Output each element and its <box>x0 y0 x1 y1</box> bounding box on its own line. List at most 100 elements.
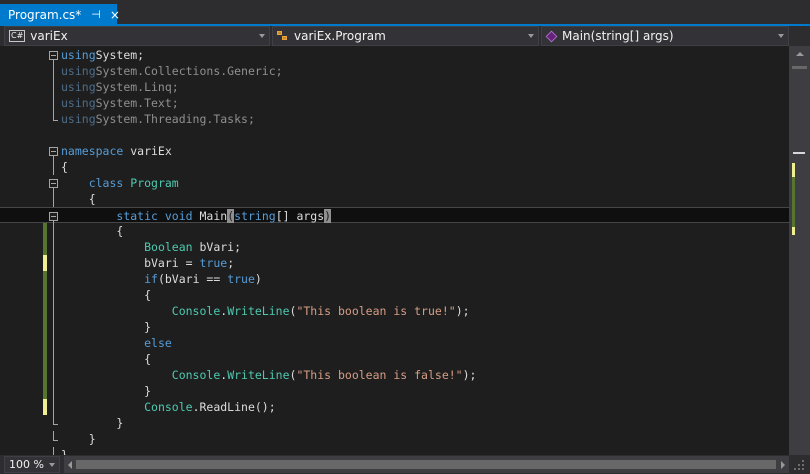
code-token: } <box>61 448 68 455</box>
code-token: ) <box>254 272 262 286</box>
code-token: [] args <box>275 209 325 223</box>
code-token: using <box>61 96 96 110</box>
code-line[interactable]: usingSystem.Text; <box>0 95 789 111</box>
code-line[interactable]: Boolean bVari; <box>0 239 789 255</box>
vertical-scrollbar[interactable] <box>789 46 810 455</box>
code-line[interactable]: bVari = true; <box>0 255 789 271</box>
outline-line <box>53 415 54 424</box>
collapse-icon[interactable] <box>49 51 58 60</box>
zoom-dropdown[interactable]: 100 % <box>4 456 60 473</box>
outline-line <box>53 255 54 271</box>
code-line[interactable]: Console.ReadLine(); <box>0 399 789 415</box>
code-line[interactable]: usingSystem.Collections.Generic; <box>0 63 789 79</box>
code-line[interactable]: usingSystem.Linq; <box>0 79 789 95</box>
code-token: } <box>61 432 96 446</box>
pin-icon[interactable]: ⊣ <box>91 8 101 21</box>
horizontal-scroll-thumb[interactable] <box>76 460 776 469</box>
code-line[interactable]: { <box>0 287 789 303</box>
scroll-up-icon[interactable] <box>796 52 804 56</box>
saved-change-bar <box>43 383 47 399</box>
code-line[interactable]: static void Main(string[] args) <box>0 207 789 224</box>
outline-line <box>53 63 54 79</box>
scroll-position-marker <box>793 152 805 154</box>
collapse-icon[interactable] <box>49 212 58 221</box>
code-line[interactable]: usingSystem.Threading.Tasks; <box>0 111 789 127</box>
code-text: } <box>61 416 123 432</box>
code-token: } <box>61 320 152 334</box>
code-token: ); <box>455 304 470 318</box>
outline-line <box>53 111 54 120</box>
code-line[interactable]: namespace variEx <box>0 143 789 159</box>
collapse-icon[interactable] <box>49 147 58 156</box>
class-dropdown[interactable]: variEx.Program <box>272 26 539 46</box>
outline-line <box>53 431 54 440</box>
class-icon <box>277 31 289 41</box>
code-token: true <box>227 272 255 286</box>
tab-title: Program.cs* <box>8 7 82 22</box>
chevron-down-icon <box>528 34 534 38</box>
code-line[interactable]: Console.WriteLine("This boolean is true!… <box>0 303 789 319</box>
code-text: } <box>61 384 151 400</box>
code-token: System.Text; <box>95 96 179 110</box>
code-line[interactable]: } <box>0 415 789 431</box>
close-icon[interactable]: × <box>110 8 120 22</box>
csharp-project-icon: C# <box>9 30 26 42</box>
code-line[interactable]: { <box>0 223 789 239</box>
outline-line <box>53 351 54 367</box>
split-window-handle[interactable] <box>792 66 807 69</box>
scroll-right-icon[interactable] <box>781 461 785 469</box>
horizontal-scrollbar[interactable] <box>64 456 789 473</box>
code-line[interactable]: } <box>0 319 789 335</box>
code-token: { <box>61 224 124 238</box>
outline-line <box>53 319 54 335</box>
code-text: { <box>61 288 151 304</box>
code-line[interactable]: usingSystem; <box>0 47 789 63</box>
code-line[interactable]: { <box>0 351 789 367</box>
code-line[interactable]: class Program <box>0 175 789 191</box>
code-line[interactable]: if(bVari == true) <box>0 271 789 287</box>
saved-change-bar <box>43 271 47 287</box>
document-tab-strip: Program.cs* ⊣ × <box>0 0 810 26</box>
resize-grip-icon[interactable] <box>792 458 806 472</box>
code-line[interactable]: } <box>0 447 789 455</box>
code-text: } <box>61 320 151 336</box>
project-dropdown[interactable]: C# variEx <box>4 26 270 46</box>
outline-line <box>53 335 54 351</box>
code-line[interactable]: { <box>0 159 789 175</box>
code-token: class <box>88 176 124 190</box>
code-lines: usingSystem; usingSystem.Collections.Gene… <box>0 47 789 455</box>
saved-change-marker <box>792 177 795 227</box>
scroll-left-icon[interactable] <box>68 461 72 469</box>
code-line[interactable]: else <box>0 335 789 351</box>
outline-end <box>53 424 58 425</box>
code-text: { <box>61 160 68 176</box>
code-line[interactable]: Console.WriteLine("This boolean is false… <box>0 367 789 383</box>
member-dropdown[interactable]: Main(string[] args) <box>541 26 789 46</box>
code-token: WriteLine <box>227 304 290 318</box>
code-editor[interactable]: usingSystem; usingSystem.Collections.Gene… <box>0 46 789 455</box>
code-token: using <box>61 112 96 126</box>
code-text: Console.ReadLine(); <box>61 400 276 416</box>
code-token: WriteLine <box>227 368 290 382</box>
code-token: using <box>61 64 96 78</box>
method-icon <box>545 30 558 42</box>
code-text: } <box>61 432 96 448</box>
collapse-icon[interactable] <box>49 179 58 188</box>
code-token: { <box>61 160 68 174</box>
code-line[interactable]: { <box>0 191 789 207</box>
code-line[interactable]: } <box>0 383 789 399</box>
unsaved-change-marker <box>792 163 795 177</box>
code-token: namespace <box>61 144 124 158</box>
code-line[interactable]: } <box>0 431 789 447</box>
code-token: ); <box>462 368 477 382</box>
brace-match-highlight: ) <box>324 209 332 223</box>
code-line[interactable] <box>0 127 789 143</box>
code-token: { <box>61 192 96 206</box>
navigation-bar: C# variEx variEx.Program Main(string[] a… <box>0 26 810 46</box>
document-tab-program-cs[interactable]: Program.cs* ⊣ × <box>0 4 120 25</box>
